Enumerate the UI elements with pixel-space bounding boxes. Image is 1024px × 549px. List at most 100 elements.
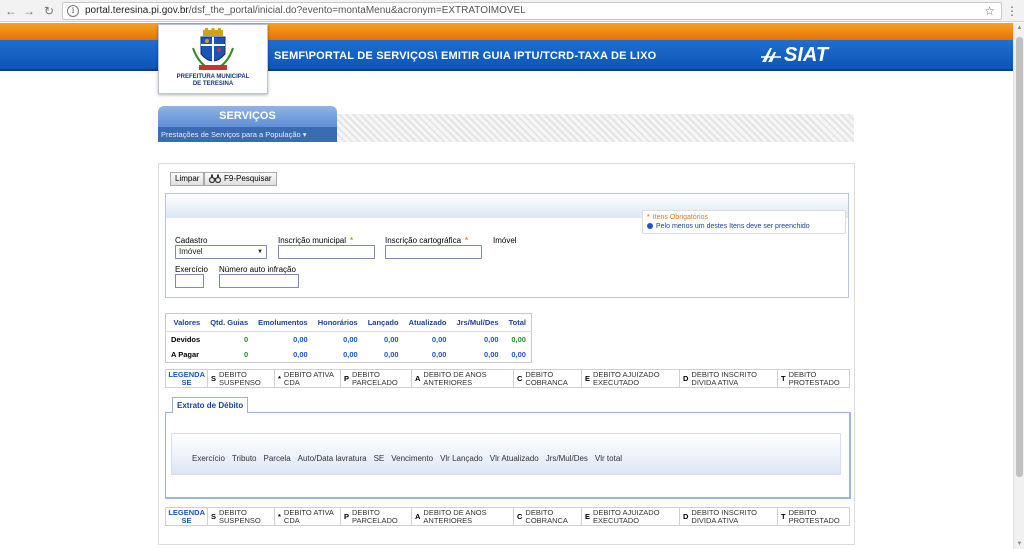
extrato-col-header: Exercício: [192, 454, 225, 463]
back-arrow-icon[interactable]: ←: [4, 4, 18, 18]
legend-code: A: [415, 373, 421, 383]
debt-legend-top: LEGENDA SE S DEBITO SUSPENSO * DEBITO ATIV…: [165, 369, 850, 388]
col-header: Total: [503, 313, 532, 332]
cadastro-selected-value: Imóvel: [179, 247, 203, 256]
pesquisar-label: F9-Pesquisar: [224, 174, 272, 183]
prefeitura-logo[interactable]: PREFEITURA MUNICIPAL DE TERESINA: [158, 24, 268, 94]
table-row: A Pagar 0 0,00 0,00 0,00 0,00 0,00 0,00: [166, 347, 532, 363]
main-panel: Limpar F9-Pesquisar * Itens Obrigatórios …: [158, 163, 855, 545]
legend-text: DEBITO AJUIZADO EXECUTADO: [593, 369, 660, 387]
exercicio-input[interactable]: [175, 274, 204, 288]
table-cell: 0,00: [293, 350, 308, 359]
legend-item: C DEBITO COBRANCA: [514, 508, 582, 525]
extrato-col-header: Tributo: [231, 454, 257, 463]
legend-code: P: [344, 373, 350, 383]
required-asterisk-icon: *: [350, 236, 354, 245]
legend-item: * DEBITO ATIVA CDA: [275, 508, 341, 525]
services-menu[interactable]: SERVIÇOS Prestações de Serviços para a P…: [158, 106, 337, 142]
limpar-button[interactable]: Limpar: [170, 172, 205, 186]
services-subtitle: Prestações de Serviços para a População: [161, 130, 301, 139]
binoculars-icon: [208, 174, 222, 184]
services-subtitle-dropdown[interactable]: Prestações de Serviços para a População …: [158, 127, 337, 142]
inscricao-cartografica-input[interactable]: [385, 245, 482, 259]
legend-text: DEBITO PROTESTADO: [788, 507, 840, 525]
legend-code: S: [211, 511, 217, 521]
legend-code: D: [683, 373, 689, 383]
legend-item: E DEBITO AJUIZADO EXECUTADO: [582, 370, 680, 387]
reload-icon[interactable]: ↻: [42, 4, 56, 18]
url-host: portal.teresina.pi.gov.br: [85, 5, 189, 16]
page-scrollbar[interactable]: ▲ ▼: [1013, 23, 1024, 549]
row-label: Devidos: [171, 335, 201, 344]
extrato-col-header: Vencimento: [391, 454, 434, 463]
required-asterisk-icon: *: [465, 236, 469, 245]
exercicio-label: Exercício: [175, 265, 208, 274]
browser-menu-icon[interactable]: ⋮: [1006, 4, 1018, 18]
inscricao-municipal-label: Inscrição municipal *: [278, 236, 356, 245]
info-icon[interactable]: i: [67, 5, 79, 17]
table-cell: 0: [243, 350, 249, 359]
table-cell: 0,00: [511, 335, 526, 344]
legend-text: DEBITO PARCELADO: [352, 507, 398, 525]
debt-legend-bottom: LEGENDA SE S DEBITO SUSPENSO * DEBITO ATIV…: [165, 507, 850, 526]
legend-text: DEBITO SUSPENSO: [219, 369, 261, 387]
siat-logo: SIAT: [760, 44, 828, 67]
extrato-col-header: Vlr total: [594, 454, 623, 463]
inscricao-municipal-input[interactable]: [278, 245, 375, 259]
table-cell: 0,00: [383, 335, 399, 344]
header-orange-strip: [0, 23, 1013, 40]
bookmark-star-icon[interactable]: ☆: [984, 3, 995, 19]
tab-extrato-debito[interactable]: Extrato de Débito: [172, 397, 249, 413]
scroll-down-icon[interactable]: ▼: [1016, 540, 1023, 548]
cadastro-select[interactable]: Imóvel ▼: [175, 245, 267, 259]
legend-text: DEBITO COBRANCA: [525, 507, 568, 525]
filter-section: * Itens Obrigatórios Pelo menos um destes…: [165, 193, 849, 298]
legend-head: LEGENDA SE: [166, 508, 208, 525]
col-header: Jrs/Mul/Des: [451, 313, 504, 332]
decorative-hatch-bar: [337, 114, 854, 142]
dropdown-caret-icon: ▾: [302, 130, 307, 139]
legend-item: E DEBITO AJUIZADO EXECUTADO: [582, 508, 680, 525]
pesquisar-button[interactable]: F9-Pesquisar: [204, 172, 277, 186]
table-row: Devidos 0 0,00 0,00 0,00 0,00 0,00 0,00: [166, 332, 532, 348]
address-bar[interactable]: i portal.teresina.pi.gov.br/dsf_the_port…: [62, 2, 1002, 20]
coat-of-arms-icon: [192, 28, 234, 70]
legend-text: DEBITO INSCRITO DIVIDA ATIVA: [691, 507, 757, 525]
asterisk-icon: *: [647, 214, 650, 221]
col-header: Lançado: [362, 313, 404, 332]
scroll-up-icon[interactable]: ▲: [1016, 24, 1023, 32]
legend-one-of-line: Pelo menos um destes Itens deve ser pree…: [647, 222, 841, 231]
numero-auto-input[interactable]: [219, 274, 299, 288]
legend-item: D DEBITO INSCRITO DIVIDA ATIVA: [680, 508, 778, 525]
extrato-grid-header: Exercício Tributo Parcela Auto/Data lavr…: [171, 433, 841, 475]
legend-item: C DEBITO COBRANCA: [514, 370, 582, 387]
legend-required-line: * Itens Obrigatórios: [647, 213, 841, 222]
legend-item: S DEBITO SUSPENSO: [208, 508, 275, 525]
scroll-thumb[interactable]: [1016, 37, 1023, 477]
legend-code: D: [683, 511, 689, 521]
imovel-label: Imóvel: [493, 236, 517, 245]
values-table: Valores Qtd. Guias Emolumentos Honorário…: [165, 313, 532, 363]
legend-item: T DEBITO PROTESTADO: [778, 370, 849, 387]
blue-dot-icon: [647, 223, 653, 229]
legend-code: *: [278, 373, 281, 383]
table-cell: 0,00: [343, 350, 358, 359]
legend-code: T: [781, 373, 786, 383]
col-header: Qtd. Guias: [205, 313, 254, 332]
select-caret-icon: ▼: [257, 249, 263, 255]
url-text: portal.teresina.pi.gov.br/dsf_the_portal…: [85, 3, 526, 19]
inscricao-cartografica-label: Inscrição cartográfica *: [385, 236, 471, 245]
extrato-col-header: Parcela: [263, 454, 291, 463]
legend-text: DEBITO INSCRITO DIVIDA ATIVA: [691, 369, 757, 387]
extrato-col-header: Vlr Lançado: [440, 454, 483, 463]
legend-text: DEBITO ATIVA CDA: [283, 507, 334, 525]
col-header: Valores: [165, 313, 206, 332]
forward-arrow-icon[interactable]: →: [22, 4, 36, 18]
table-cell: 0,00: [431, 350, 447, 359]
legend-code: S: [211, 373, 217, 383]
legend-item: A DEBITO DE ANOS ANTERIORES: [412, 370, 514, 387]
row-label: A Pagar: [171, 350, 200, 359]
col-header: Atualizado: [403, 313, 452, 332]
extrato-col-header: Auto/Data lavratura: [297, 454, 367, 463]
legend-text: DEBITO SUSPENSO: [219, 507, 261, 525]
